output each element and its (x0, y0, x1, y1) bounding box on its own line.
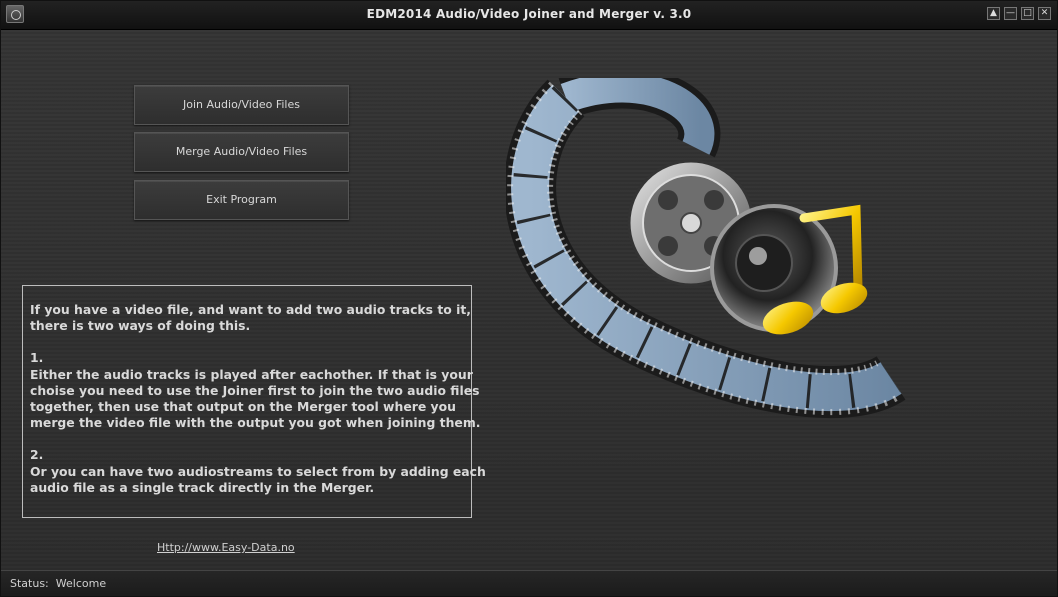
main-window: EDM2014 Audio/Video Joiner and Merger v.… (0, 0, 1058, 597)
exit-program-button[interactable]: Exit Program (134, 180, 349, 220)
film-reel-music-note-icon (506, 78, 906, 419)
info-line: Either the audio tracks is played after … (30, 366, 473, 382)
rollup-button[interactable]: ▲ (987, 7, 1000, 20)
status-value: Welcome (55, 577, 107, 590)
main-content: Join Audio/Video Files Merge Audio/Video… (1, 30, 1057, 570)
close-button[interactable]: ✕ (1038, 7, 1051, 20)
window-controls: ▲ — □ ✕ (987, 7, 1051, 20)
minimize-button[interactable]: — (1004, 7, 1017, 20)
info-line: 2. (30, 447, 44, 463)
info-text-box: If you have a video file, and want to ad… (22, 285, 486, 518)
info-line: If you have a video file, and want to ad… (30, 302, 471, 317)
info-line: Or you can have two audiostreams to sele… (30, 463, 486, 479)
info-line: merge the video file with the output you… (30, 415, 481, 431)
website-link[interactable]: Http://www.Easy-Data.no (157, 541, 295, 554)
title-bar[interactable]: EDM2014 Audio/Video Joiner and Merger v.… (1, 1, 1057, 30)
maximize-button[interactable]: □ (1021, 7, 1034, 20)
merge-files-button[interactable]: Merge Audio/Video Files (134, 132, 349, 172)
info-line: 1. (30, 350, 44, 366)
info-line: audio file as a single track directly in… (30, 479, 375, 495)
info-line: there is two ways of doing this. (30, 318, 251, 334)
status-text: Status: Welcome (10, 577, 106, 590)
status-bar: Status: Welcome (1, 570, 1057, 596)
status-label: Status: (10, 577, 49, 590)
info-line: choise you need to use the Joiner first … (30, 382, 480, 398)
join-files-button[interactable]: Join Audio/Video Files (134, 85, 349, 125)
info-line: together, then use that output on the Me… (30, 399, 456, 415)
window-title: EDM2014 Audio/Video Joiner and Merger v.… (366, 7, 692, 21)
